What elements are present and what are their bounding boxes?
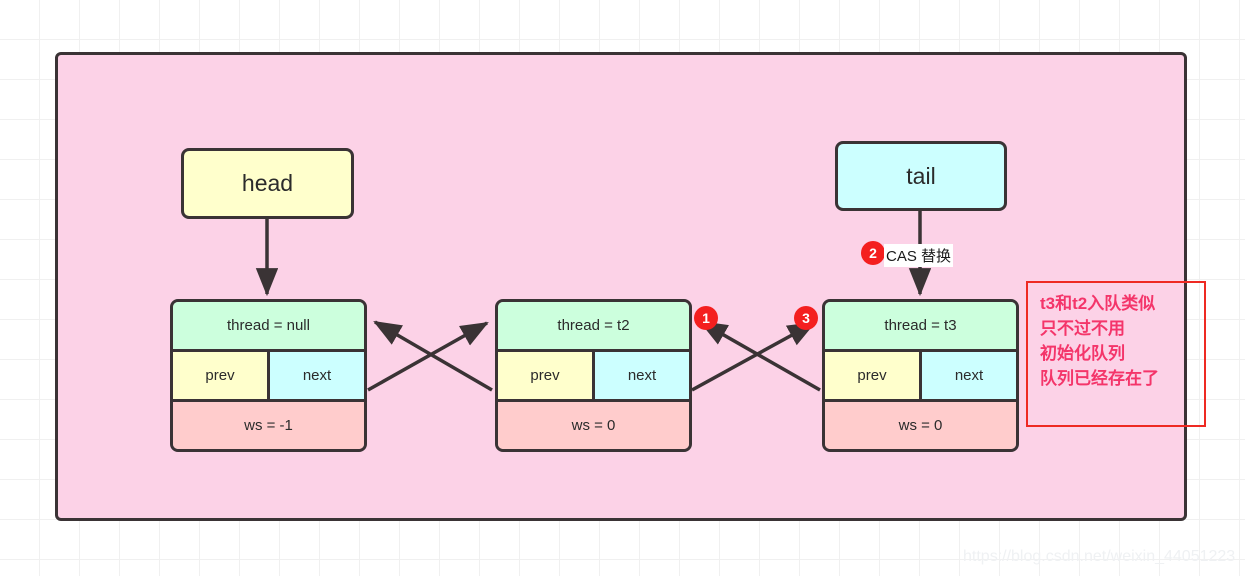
node-next-cell: next [922,352,1016,399]
node-ws-row: ws = 0 [498,402,689,449]
watermark-text: https://blog.csdn.net/weixin_44051223 [963,548,1236,565]
node-pointer-row: prev next [825,352,1016,402]
cas-replace-label: CAS 替换 [884,244,954,267]
tail-pointer-box: tail [835,141,1007,211]
step-badge-3: 3 [794,306,818,330]
node-ws-label: ws = -1 [244,417,293,434]
node-thread-label: thread = null [227,317,310,334]
node-next-cell: next [270,352,364,399]
queue-node-t2: thread = t2 prev next ws = 0 [495,299,692,452]
node-ws-label: ws = 0 [898,417,943,434]
node-next-label: next [954,367,984,384]
node-pointer-row: prev next [498,352,689,402]
note-line: 只不过不用 [1040,319,1125,338]
step-badge-2: 2 [861,241,885,265]
node-prev-cell: prev [825,352,922,399]
step-badge-1: 1 [694,306,718,330]
node-prev-label: prev [857,367,887,384]
note-line: 初始化队列 [1040,344,1125,363]
diagram-canvas: head tail thread = null prev next ws = -… [0,0,1245,576]
node-thread-row: thread = t2 [498,302,689,352]
node-prev-label: prev [530,367,560,384]
queue-node-t3: thread = t3 prev next ws = 0 [822,299,1019,452]
queue-node-head: thread = null prev next ws = -1 [170,299,367,452]
node-thread-label: thread = t3 [884,317,957,334]
note-line: 队列已经存在了 [1040,369,1159,388]
head-label: head [241,170,294,196]
node-prev-cell: prev [498,352,595,399]
node-ws-row: ws = 0 [825,402,1016,449]
step-badge-3-label: 3 [802,310,810,326]
node-prev-label: prev [205,367,235,384]
node-thread-row: thread = t3 [825,302,1016,352]
step-badge-2-label: 2 [869,245,877,261]
node-next-label: next [302,367,332,384]
head-pointer-box: head [181,148,354,219]
node-pointer-row: prev next [173,352,364,402]
tail-label: tail [906,162,936,189]
node-next-label: next [627,367,657,384]
node-next-cell: next [595,352,689,399]
node-thread-row: thread = null [173,302,364,352]
node-prev-cell: prev [173,352,270,399]
node-thread-label: thread = t2 [557,317,630,334]
node-ws-row: ws = -1 [173,402,364,449]
note-line: t3和t2入队类似 [1040,294,1156,313]
step-badge-1-label: 1 [702,310,710,326]
annotation-note-box: t3和t2入队类似 只不过不用 初始化队列 队列已经存在了 [1026,281,1206,427]
node-ws-label: ws = 0 [571,417,616,434]
